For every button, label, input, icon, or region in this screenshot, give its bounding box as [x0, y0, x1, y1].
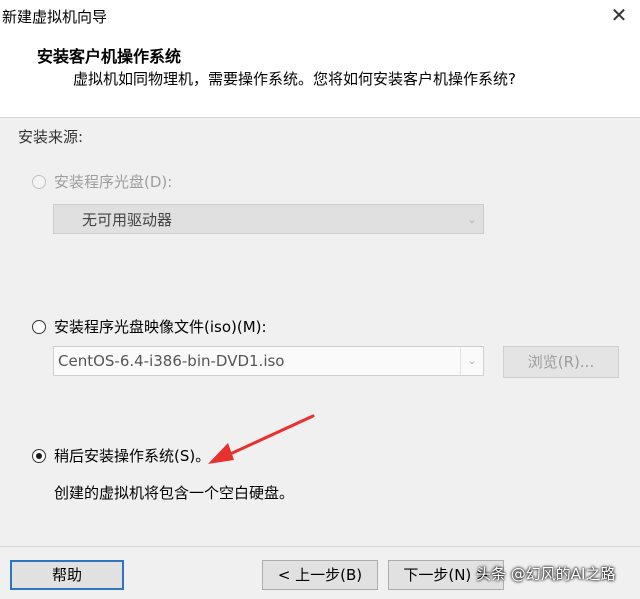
window-title: 新建虚拟机向导: [2, 8, 108, 26]
option-disc[interactable]: 安装程序光盘(D):: [32, 171, 172, 192]
option-later-description: 创建的虚拟机将包含一个空白硬盘。: [54, 484, 295, 502]
iso-path-combo[interactable]: CentOS-6.4-i386-bin-DVD1.iso ⌄: [53, 346, 484, 376]
chevron-down-icon[interactable]: ⌄: [460, 347, 483, 375]
option-later[interactable]: 稍后安装操作系统(S)。: [32, 445, 210, 466]
footer-divider: [0, 546, 640, 547]
install-source-label: 安装来源:: [18, 128, 84, 146]
radio-later[interactable]: [32, 448, 46, 463]
wizard-header: 新建虚拟机向导 ✕ 安装客户机操作系统 虚拟机如同物理机，需要操作系统。您将如何…: [0, 0, 640, 118]
back-button[interactable]: < 上一步(B): [262, 560, 378, 590]
option-later-label: 稍后安装操作系统(S)。: [54, 447, 211, 465]
drive-select-value: 无可用驱动器: [82, 210, 173, 229]
watermark: 头条 @幻风的AI之路: [476, 565, 616, 583]
option-iso-label: 安装程序光盘映像文件(iso)(M):: [54, 318, 267, 336]
page-title: 安装客户机操作系统: [37, 47, 182, 66]
page-subtitle: 虚拟机如同物理机，需要操作系统。您将如何安装客户机操作系统?: [73, 70, 516, 88]
help-button[interactable]: 帮助: [10, 560, 124, 590]
radio-iso[interactable]: [32, 319, 46, 334]
drive-select[interactable]: 无可用驱动器 ⌄: [53, 204, 484, 234]
option-disc-label: 安装程序光盘(D):: [54, 173, 173, 191]
close-icon[interactable]: ✕: [606, 2, 632, 28]
radio-disc[interactable]: [32, 174, 46, 189]
option-iso[interactable]: 安装程序光盘映像文件(iso)(M):: [32, 316, 267, 337]
browse-button[interactable]: 浏览(R)...: [503, 346, 619, 378]
chevron-down-icon: ⌄: [467, 212, 477, 226]
iso-path-value[interactable]: CentOS-6.4-i386-bin-DVD1.iso: [54, 352, 460, 370]
